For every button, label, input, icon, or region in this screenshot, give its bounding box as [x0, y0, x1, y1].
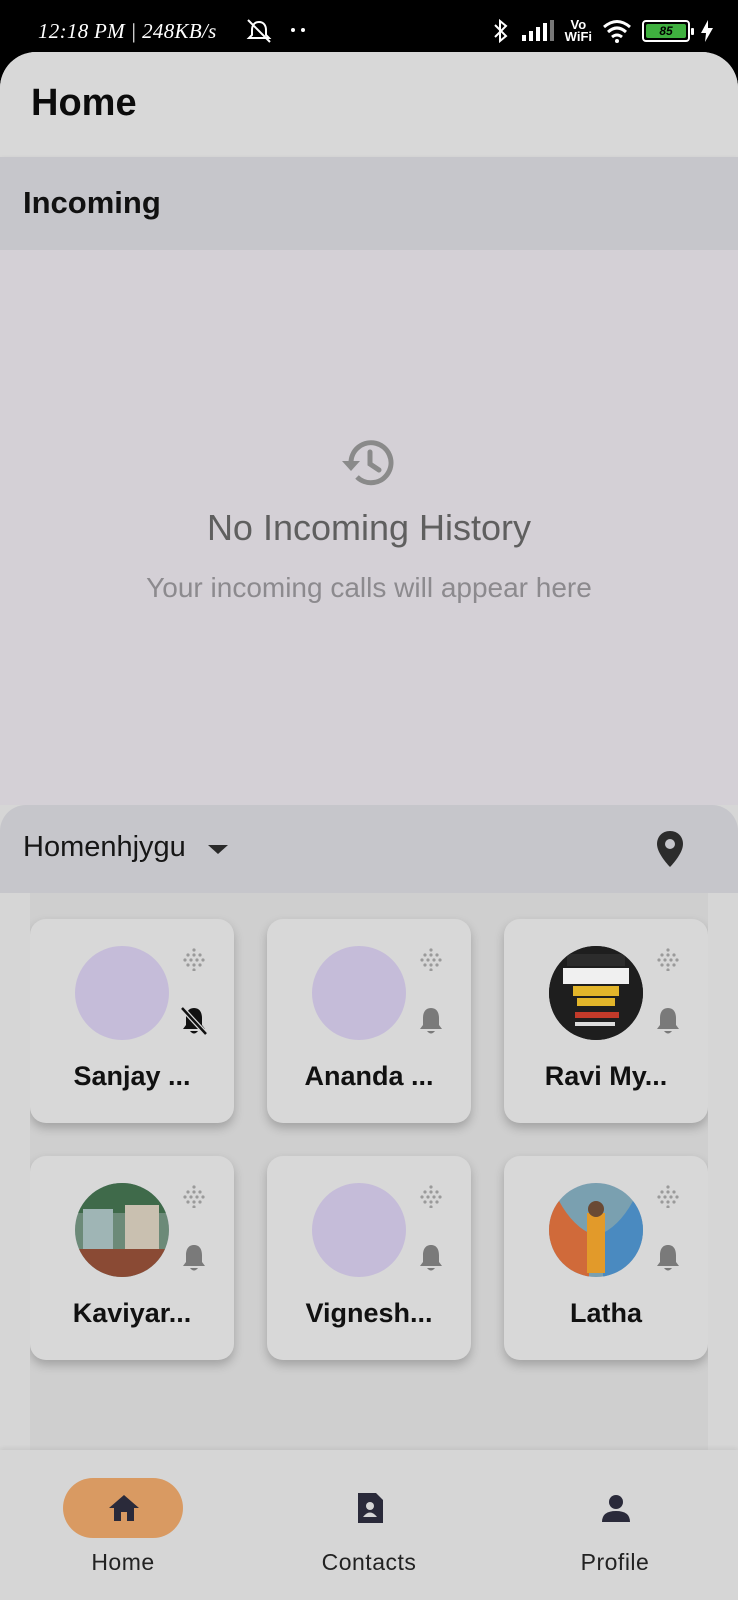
contact-card[interactable]: Sanjay ... — [30, 919, 234, 1123]
avatar — [75, 946, 169, 1040]
contact-card[interactable]: Ananda ... — [267, 919, 471, 1123]
chevron-down-icon[interactable] — [208, 845, 228, 854]
contact-name: Ravi My... — [544, 1061, 668, 1091]
avatar — [312, 946, 406, 1040]
contacts-grid[interactable]: Sanjay ... Ananda ... Ravi My... Kaviyar… — [30, 893, 708, 1468]
bottom-navigation: Home Contacts Profile — [0, 1450, 738, 1600]
bell-muted-icon[interactable] — [179, 1005, 209, 1037]
bell-icon[interactable] — [653, 1005, 683, 1037]
avatar-photo — [549, 1183, 643, 1277]
contact-card[interactable]: Ravi My... — [504, 919, 708, 1123]
bell-icon[interactable] — [179, 1242, 209, 1274]
wifi-icon — [603, 20, 631, 43]
bell-icon[interactable] — [416, 1242, 446, 1274]
vowifi-bottom: WiFi — [564, 29, 592, 44]
battery-icon: 85 — [642, 20, 694, 42]
nav-label-contacts[interactable]: Contacts — [269, 1549, 469, 1576]
location-pin-icon[interactable] — [654, 829, 686, 869]
contact-name: Sanjay ... — [73, 1061, 191, 1091]
status-bar: 12:18 PM | 248KB/s Vo WiFi 85 — [0, 0, 738, 52]
nav-label-profile[interactable]: Profile — [515, 1549, 715, 1576]
contact-name: Kaviyar... — [72, 1298, 192, 1328]
home-icon[interactable] — [106, 1490, 142, 1526]
status-icons: Vo WiFi 85 — [491, 16, 714, 46]
contact-name: Vignesh... — [305, 1298, 433, 1328]
contact-card[interactable]: Latha — [504, 1156, 708, 1360]
page-title: Home — [31, 82, 137, 124]
status-time: 12:18 PM | 248KB/s — [38, 19, 217, 43]
location-selector[interactable]: Homenhjygu — [0, 805, 738, 893]
contact-card-icon[interactable] — [352, 1490, 388, 1526]
avatar-photo — [75, 1183, 169, 1277]
history-icon — [342, 440, 394, 486]
person-icon[interactable] — [598, 1490, 634, 1526]
more-dots — [291, 28, 307, 34]
avatar-photo — [549, 946, 643, 1040]
nav-item-contacts[interactable]: Contacts — [269, 1450, 469, 1600]
nav-label-home[interactable]: Home — [23, 1549, 223, 1576]
vowifi-indicator: Vo WiFi — [564, 18, 592, 44]
contacts-grid-area: Sanjay ... Ananda ... Ravi My... Kaviyar… — [0, 893, 738, 1483]
contact-name: Ananda ... — [304, 1061, 434, 1091]
app-bar: Home — [0, 52, 738, 157]
bluetooth-icon — [493, 18, 508, 44]
dots-grid-icon[interactable] — [182, 947, 206, 971]
contact-name: Latha — [569, 1298, 642, 1328]
bell-icon[interactable] — [416, 1005, 446, 1037]
incoming-title: Incoming — [23, 185, 161, 220]
dots-grid-icon[interactable] — [656, 1184, 680, 1208]
charging-icon — [701, 20, 713, 42]
app-screen: Home Incoming No Incoming History Your i… — [0, 52, 738, 1600]
dots-grid-icon[interactable] — [419, 947, 443, 971]
contact-card[interactable]: Kaviyar... — [30, 1156, 234, 1360]
nav-item-profile[interactable]: Profile — [515, 1450, 715, 1600]
contact-card[interactable]: Vignesh... — [267, 1156, 471, 1360]
incoming-empty-state: No Incoming History Your incoming calls … — [0, 250, 738, 805]
mute-icon — [246, 19, 272, 43]
dots-grid-icon[interactable] — [182, 1184, 206, 1208]
incoming-section-header: Incoming — [0, 157, 738, 250]
empty-state-subtitle: Your incoming calls will appear here — [146, 572, 592, 603]
empty-state-title: No Incoming History — [206, 507, 532, 548]
location-name[interactable]: Homenhjygu — [23, 831, 186, 864]
dots-grid-icon[interactable] — [656, 947, 680, 971]
signal-icon — [521, 20, 554, 41]
nav-item-home[interactable]: Home — [23, 1450, 223, 1600]
dots-grid-icon[interactable] — [419, 1184, 443, 1208]
battery-level: 85 — [646, 24, 686, 38]
bell-icon[interactable] — [653, 1242, 683, 1274]
avatar — [312, 1183, 406, 1277]
